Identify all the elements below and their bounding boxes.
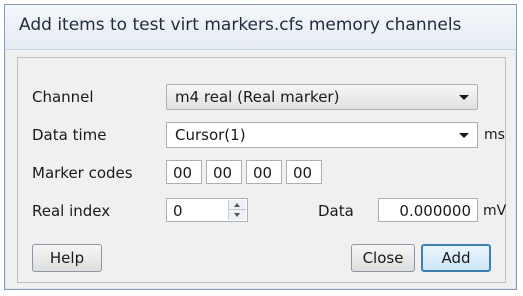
data-time-label: Data time	[32, 126, 107, 144]
marker-code-2-field[interactable]: 00	[206, 160, 242, 184]
chevron-down-icon	[459, 95, 469, 100]
marker-code-2-value: 00	[213, 164, 233, 182]
marker-code-1-field[interactable]: 00	[166, 160, 202, 184]
dialog-body: Channel m4 real (Real marker) Data time …	[17, 57, 506, 283]
chevron-down-icon[interactable]	[459, 133, 469, 138]
data-time-combobox[interactable]: Cursor(1)	[166, 122, 478, 148]
dialog-window: Add items to test virt markers.cfs memor…	[4, 4, 517, 290]
marker-code-4-value: 00	[293, 164, 313, 182]
data-time-value: Cursor(1)	[175, 126, 246, 144]
marker-code-1-value: 00	[173, 164, 193, 182]
data-time-unit: ms	[484, 127, 505, 143]
channel-value: m4 real (Real marker)	[175, 88, 340, 106]
spin-down-icon[interactable]	[229, 210, 246, 220]
window-title: Add items to test virt markers.cfs memor…	[19, 15, 462, 35]
real-index-spinner[interactable]: 0	[166, 198, 248, 222]
marker-code-3-field[interactable]: 00	[246, 160, 282, 184]
data-field[interactable]: 0.000000	[378, 198, 478, 222]
close-button[interactable]: Close	[351, 244, 415, 272]
marker-codes-label: Marker codes	[32, 164, 133, 182]
data-unit: mV	[483, 203, 507, 219]
real-index-value: 0	[173, 202, 183, 220]
help-button[interactable]: Help	[32, 244, 102, 272]
real-index-label: Real index	[32, 202, 111, 220]
title-bar[interactable]: Add items to test virt markers.cfs memor…	[5, 5, 516, 50]
spin-buttons	[228, 200, 246, 220]
marker-code-3-value: 00	[253, 164, 273, 182]
channel-dropdown[interactable]: m4 real (Real marker)	[166, 84, 478, 110]
data-label: Data	[318, 202, 354, 220]
add-button[interactable]: Add	[421, 244, 491, 272]
channel-label: Channel	[32, 88, 94, 106]
data-value: 0.000000	[399, 202, 471, 220]
marker-code-4-field[interactable]: 00	[286, 160, 322, 184]
spin-up-icon[interactable]	[229, 200, 246, 210]
